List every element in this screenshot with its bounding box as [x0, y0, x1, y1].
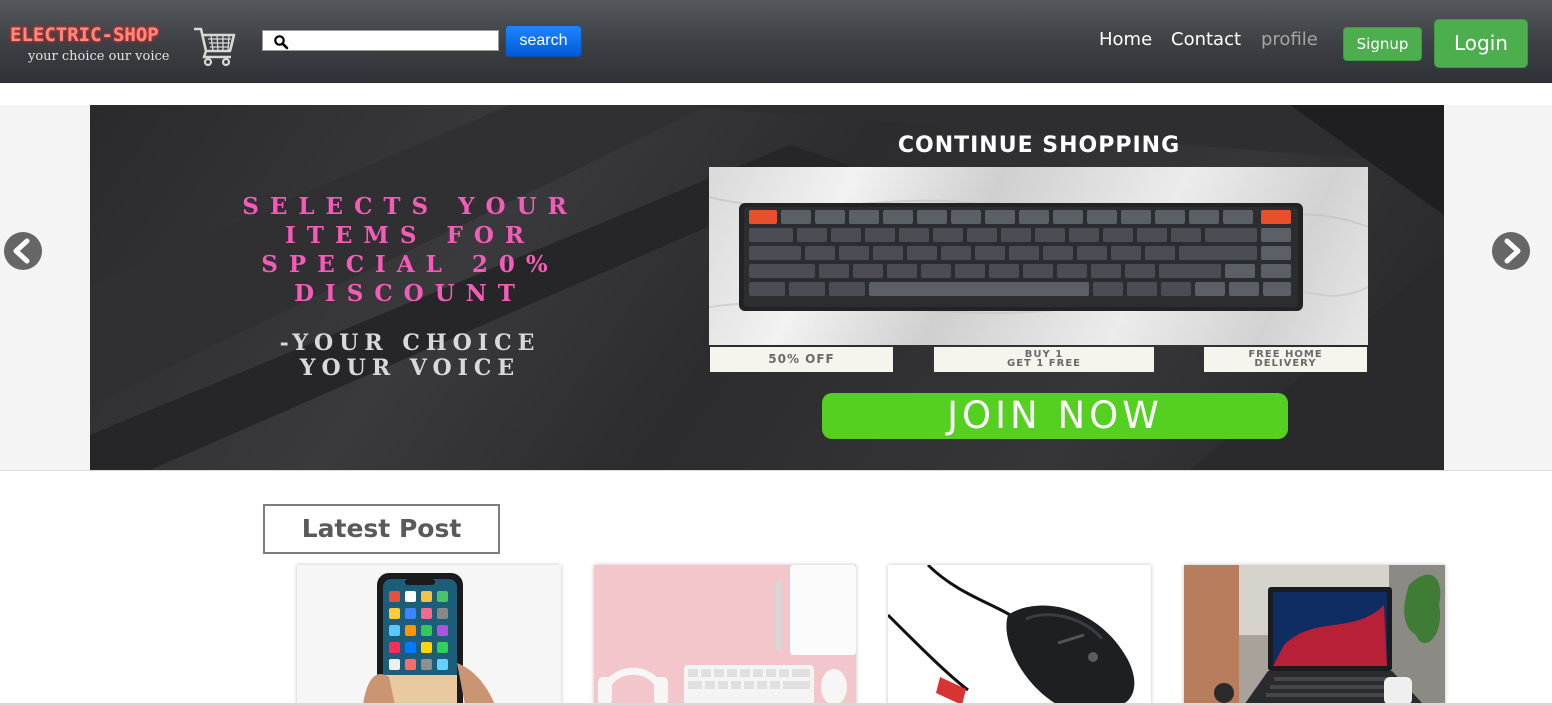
nav-link-home[interactable]: Home — [1099, 29, 1152, 50]
carousel-slide[interactable]: SELECTS YOUR ITEMS FOR SPECIAL 20% DISCO… — [90, 105, 1444, 470]
latest-post-heading: Latest Post — [263, 504, 500, 554]
keyboard-image — [709, 167, 1368, 345]
nav-link-contact[interactable]: Contact — [1171, 29, 1241, 50]
offer-buy-one-get-one: BUY 1 GET 1 FREE — [934, 347, 1154, 372]
desk-accessories-image — [594, 565, 856, 705]
chevron-right-circle-icon[interactable] — [1491, 231, 1531, 271]
promo-line: ITEMS FOR — [285, 222, 535, 249]
login-button[interactable]: Login — [1434, 19, 1528, 68]
top-navbar: ELECTRIC-SHOP your choice our voice sear… — [0, 0, 1552, 83]
promo-headline: SELECTS YOUR ITEMS FOR SPECIAL 20% DISCO… — [150, 192, 670, 308]
slogan-line: -YOUR CHOICE — [279, 330, 541, 356]
laptop-image — [1184, 565, 1445, 705]
product-card-mouse[interactable] — [888, 565, 1151, 705]
offer-line: DELIVERY — [1254, 358, 1317, 369]
offer-line: GET 1 FREE — [1007, 358, 1081, 369]
chevron-left-circle-icon[interactable] — [3, 231, 43, 271]
promo-line: SPECIAL 20% — [261, 251, 559, 278]
product-card-desk-accessories[interactable] — [594, 565, 856, 705]
phone-image — [297, 565, 561, 705]
offer-50-off: 50% OFF — [710, 347, 893, 372]
continue-shopping-title: CONTINUE SHOPPING — [897, 133, 1181, 158]
join-now-button[interactable]: JOIN NOW — [822, 393, 1288, 439]
product-card-laptop[interactable] — [1184, 565, 1445, 705]
site-logo[interactable]: ELECTRIC-SHOP your choice our voice — [4, 21, 238, 67]
signup-button[interactable]: Signup — [1343, 27, 1422, 61]
search-box — [262, 30, 499, 51]
hero-carousel: SELECTS YOUR ITEMS FOR SPECIAL 20% DISCO… — [0, 105, 1552, 471]
nav-link-profile[interactable]: profile — [1261, 29, 1318, 50]
promo-slogan: -YOUR CHOICE YOUR VOICE — [170, 331, 650, 381]
shopping-cart-icon — [194, 27, 236, 67]
search-icon — [274, 35, 289, 50]
slogan-line: YOUR VOICE — [299, 355, 521, 381]
promo-line: SELECTS YOUR — [242, 193, 578, 220]
promo-line: DISCOUNT — [294, 280, 526, 307]
product-card-phone[interactable] — [297, 565, 561, 705]
search-input[interactable] — [293, 31, 497, 50]
logo-tagline: your choice our voice — [28, 49, 170, 64]
search-button[interactable]: search — [505, 25, 582, 57]
keyboard-illustration — [709, 196, 1368, 314]
mouse-image — [888, 565, 1151, 705]
offer-free-delivery: FREE HOME DELIVERY — [1204, 347, 1367, 372]
logo-title: ELECTRIC-SHOP — [10, 24, 159, 46]
